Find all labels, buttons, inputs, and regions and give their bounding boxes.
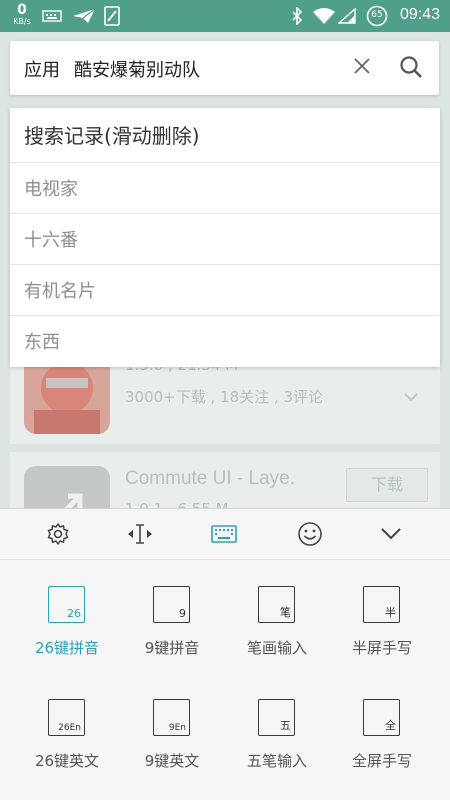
net-speed-indicator: 0 KB/s [10, 3, 34, 26]
emoji-button[interactable] [297, 521, 323, 547]
keyboard-option-wubi[interactable]: 五 五笔输入 [227, 699, 327, 795]
keyboard-option-label: 26键英文 [34, 752, 100, 770]
history-item[interactable]: 有机名片 [10, 265, 440, 316]
keyboard-option-tag: 全 [385, 719, 396, 732]
ime-toolbar [0, 509, 450, 559]
keyboard-option-icon: 26 [48, 586, 85, 623]
keyboard-option-tag: 半 [385, 606, 396, 619]
keyboard-switch-button[interactable] [211, 521, 237, 547]
search-category[interactable]: 应用 [24, 56, 60, 82]
keyboard-option-label: 26键拼音 [34, 639, 100, 657]
keyboard-option-icon: 26En [48, 699, 85, 736]
keyboard-option-half-handwriting[interactable]: 半 半屏手写 [332, 586, 432, 682]
keyboard-option-icon: 笔 [258, 586, 295, 623]
keyboard-option-label: 9键英文 [144, 752, 200, 770]
keyboard-option-tag: 26En [58, 723, 81, 733]
keyboard-option-tag: 五 [280, 719, 291, 732]
history-item[interactable]: 电视家 [10, 163, 440, 214]
app-stats: 3000+下载 , 18关注 , 3评论 [125, 388, 323, 406]
hide-keyboard-button[interactable] [378, 521, 404, 547]
settings-button[interactable] [45, 521, 71, 547]
keyboard-option-label: 9键拼音 [144, 639, 200, 657]
keyboard-option-label: 全屏手写 [351, 752, 412, 770]
cell-signal-icon [338, 8, 356, 24]
cursor-move-button[interactable] [126, 521, 152, 547]
document-notification-icon [104, 6, 120, 26]
emoji-icon [298, 522, 322, 546]
bluetooth-icon [292, 7, 303, 25]
search-bar[interactable]: 应用 酷安爆菊别动队 [10, 41, 439, 95]
keyboard-option-tag: 9 [179, 607, 186, 620]
keyboard-option-icon: 半 [363, 586, 400, 623]
chevron-down-icon[interactable] [404, 392, 418, 402]
keyboard-notification-icon [42, 10, 62, 22]
toolbar-divider [0, 559, 450, 560]
paper-plane-icon [73, 8, 96, 23]
keyboard-option-icon: 9 [153, 586, 190, 623]
keyboard-option-label: 半屏手写 [351, 639, 412, 657]
clear-icon[interactable] [352, 56, 372, 76]
search-icon[interactable] [399, 55, 423, 79]
chevron-down-icon [381, 528, 401, 540]
keyboard-option-label: 五笔输入 [246, 752, 307, 770]
search-history-panel: 搜索记录(滑动删除) 电视家 十六番 有机名片 东西 [10, 108, 440, 367]
keyboard-option-stroke[interactable]: 笔 笔画输入 [227, 586, 327, 682]
clock: 09:43 [399, 6, 440, 23]
search-history-title: 搜索记录(滑动删除) [10, 108, 440, 163]
cursor-move-icon [128, 524, 152, 544]
keyboard-option-26-english[interactable]: 26En 26键英文 [17, 699, 117, 795]
battery-level: 65 [371, 10, 383, 20]
wifi-icon [313, 8, 335, 24]
keyboard-option-icon: 五 [258, 699, 295, 736]
net-speed-value: 0 [17, 2, 27, 18]
keyboard-option-icon: 9En [153, 699, 190, 736]
keyboard-option-tag: 笔 [280, 606, 291, 619]
status-bar: 0 KB/s 65 09:43 [0, 0, 450, 32]
keyboard-option-9-pinyin[interactable]: 9 9键拼音 [122, 586, 222, 682]
keyboard-icon [211, 525, 237, 543]
net-speed-unit: KB/s [13, 17, 31, 26]
keyboard-option-26-pinyin[interactable]: 26 26键拼音 [17, 586, 117, 682]
keyboard-option-label: 笔画输入 [246, 639, 307, 657]
keyboard-option-tag: 9En [168, 723, 186, 733]
input-method-panel: 26 26键拼音 9 9键拼音 笔 笔画输入 半 半屏手写 26En 26键英文… [0, 508, 450, 800]
download-button[interactable]: 下载 [346, 468, 428, 502]
keyboard-option-9-english[interactable]: 9En 9键英文 [122, 699, 222, 795]
keyboard-option-tag: 26 [67, 607, 81, 620]
gear-icon [47, 523, 69, 545]
history-item[interactable]: 十六番 [10, 214, 440, 265]
history-item[interactable]: 东西 [10, 316, 440, 367]
app-name: Commute UI - Laye. [125, 468, 295, 489]
keyboard-option-icon: 全 [363, 699, 400, 736]
keyboard-option-full-handwriting[interactable]: 全 全屏手写 [332, 699, 432, 795]
search-input[interactable]: 酷安爆菊别动队 [74, 56, 200, 82]
